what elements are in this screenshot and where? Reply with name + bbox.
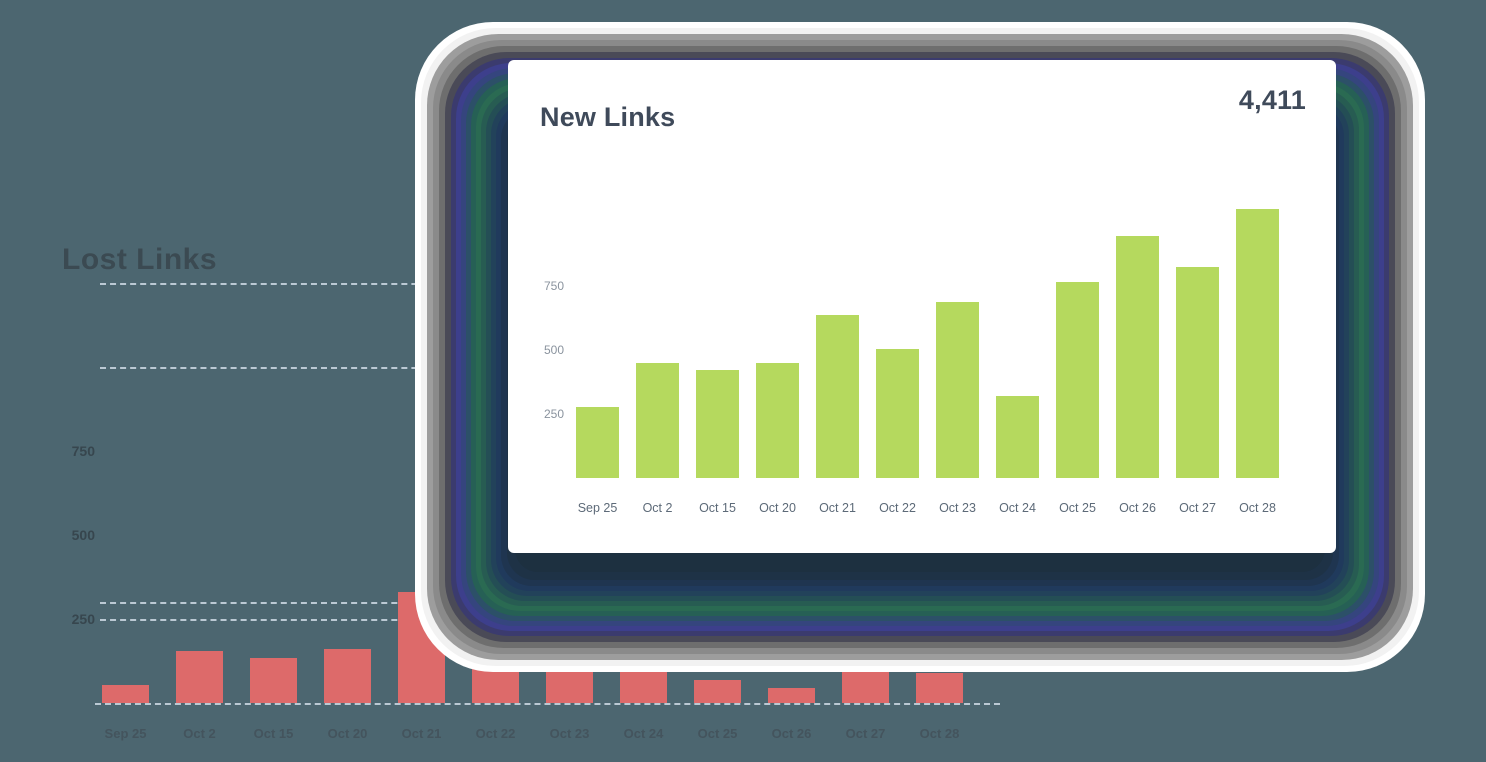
x-axis-tick-label: Oct 2 [642,501,673,515]
new-bar[interactable] [696,369,739,478]
lost-links-title: Lost Links [62,243,218,276]
new-bar[interactable] [1116,236,1159,478]
y-axis-tick-label: 500 [543,343,564,357]
x-axis-tick-label: Oct 27 [1179,501,1216,515]
y-axis-tick-label: 750 [543,279,564,293]
y-axis-tick-label: 500 [71,527,95,543]
x-axis-tick-label: Oct 26 [771,726,812,741]
lost-bar[interactable] [768,687,815,703]
x-axis-tick-label: Oct 24 [623,726,664,741]
lost-bar[interactable] [102,684,149,703]
new-bar[interactable] [636,362,679,478]
new-bar[interactable] [996,396,1039,478]
x-axis-tick-label: Oct 21 [401,726,442,741]
new-links-card[interactable]: New Links 4,411 250 500 750 Sep 25 Oct 2 Oct… [508,60,1336,553]
new-bar[interactable] [816,314,859,478]
new-bar[interactable] [1176,267,1219,478]
new-links-chart: 250 500 750 Sep 25 Oct 2 Oct 15 Oct 20 Oct 21 O… [508,60,1336,553]
new-bars-group [576,180,1318,478]
x-axis-tick-label: Oct 15 [253,726,294,741]
baseline-gridline [95,703,1000,705]
y-axis-tick-label: 250 [71,611,95,627]
new-bar[interactable] [936,302,979,478]
lost-bar[interactable] [250,657,297,703]
x-axis-tick-label: Oct 28 [1239,501,1276,515]
x-axis-tick-label: Oct 24 [999,501,1036,515]
x-axis-tick-label: Oct 25 [1059,501,1096,515]
x-axis-tick-label: Oct 2 [183,726,216,741]
x-axis-tick-label: Oct 27 [845,726,886,741]
y-axis-tick-label: 250 [543,407,564,421]
x-axis-tick-label: Oct 23 [939,501,976,515]
y-axis-tick-label: 750 [71,443,95,459]
lost-bar[interactable] [694,679,741,703]
x-axis-tick-label: Oct 26 [1119,501,1156,515]
x-axis-tick-label: Oct 15 [699,501,736,515]
new-bar[interactable] [1056,281,1099,478]
x-axis-tick-label: Oct 25 [697,726,738,741]
x-axis-tick-label: Oct 21 [819,501,856,515]
new-bar[interactable] [576,407,619,478]
lost-bar[interactable] [324,648,371,703]
new-bar[interactable] [1236,209,1279,478]
x-axis-tick-label: Sep 25 [577,501,618,515]
dashboard-root: Lost Links 250 500 750 Sep 25 Oct 2 Oct 15 Oc… [0,0,1486,762]
x-axis-tick-label: Sep 25 [104,726,147,741]
lost-bar[interactable] [916,673,963,703]
x-axis-tick-label: Oct 23 [549,726,590,741]
lost-bar[interactable] [176,650,223,703]
x-axis-tick-label: Oct 20 [327,726,368,741]
x-axis-tick-label: Oct 28 [919,726,960,741]
new-bar[interactable] [756,362,799,478]
x-axis-tick-label: Oct 22 [475,726,516,741]
x-axis-tick-label: Oct 20 [759,501,796,515]
new-bar[interactable] [876,348,919,478]
x-axis-tick-label: Oct 22 [879,501,916,515]
